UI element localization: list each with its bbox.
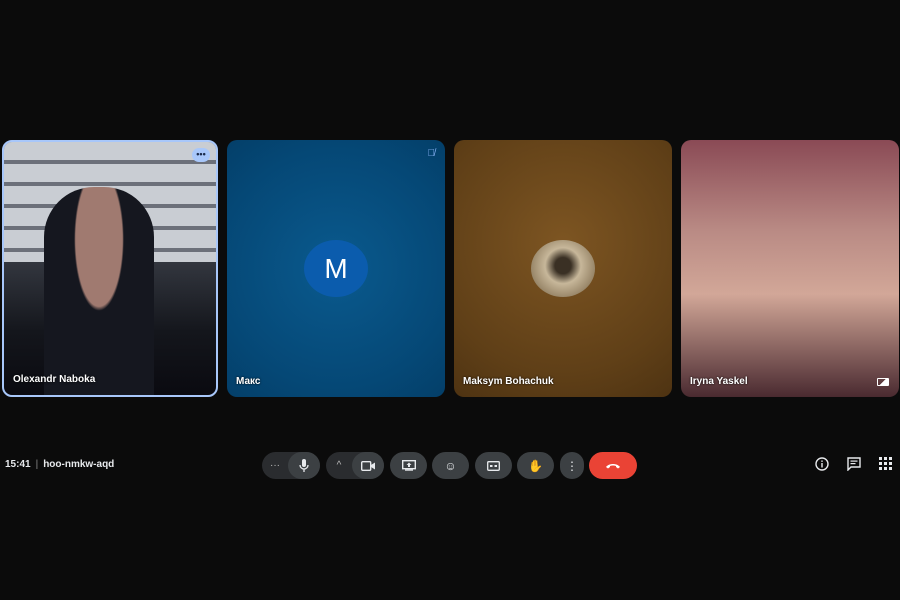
camera-button[interactable] xyxy=(352,452,384,479)
chat-button[interactable] xyxy=(847,457,861,474)
hang-up-icon xyxy=(606,463,620,468)
participant-tile-maks[interactable]: 🎙̸ M Макс xyxy=(227,140,445,397)
more-options-button[interactable]: ⋮ xyxy=(560,452,584,479)
hand-icon: ✋ xyxy=(528,458,543,473)
leave-call-button[interactable] xyxy=(589,452,637,479)
participant-video xyxy=(44,187,154,395)
raise-hand-button[interactable]: ✋ xyxy=(517,452,554,479)
avatar: M xyxy=(304,240,368,297)
participant-tile-iryna[interactable]: Iryna Yaskel xyxy=(681,140,899,397)
meeting-info: 15:41 | hoo-nmkw-aqd xyxy=(5,459,114,470)
present-screen-button[interactable] xyxy=(390,452,427,479)
emoji-icon: ☺ xyxy=(444,458,457,473)
apps-grid-icon xyxy=(879,457,892,470)
participant-name: Iryna Yaskel xyxy=(690,376,748,387)
participant-name: Макс xyxy=(236,376,261,387)
audio-options-icon[interactable]: ··· xyxy=(262,460,288,471)
avatar-photo xyxy=(531,240,595,297)
captions-button[interactable] xyxy=(475,452,512,479)
participant-name: Maksym Bohachuk xyxy=(463,376,554,387)
participant-name: Olexandr Naboka xyxy=(13,374,96,385)
present-icon xyxy=(401,460,416,471)
more-options-icon[interactable]: ••• xyxy=(192,148,210,162)
captions-icon xyxy=(487,460,500,471)
info-icon xyxy=(815,457,829,471)
reactions-button[interactable]: ☺ xyxy=(432,452,469,479)
separator: | xyxy=(35,459,39,470)
picture-in-picture-icon[interactable] xyxy=(877,378,889,386)
more-vert-icon: ⋮ xyxy=(566,458,578,473)
video-options-chevron-up-icon[interactable]: ^ xyxy=(326,460,352,471)
participant-tile-olexandr[interactable]: ••• Olexandr Naboka xyxy=(2,140,218,397)
clock: 15:41 xyxy=(5,459,31,470)
meeting-details-button[interactable] xyxy=(815,457,829,474)
camera-icon xyxy=(361,460,375,471)
chat-icon xyxy=(847,457,861,472)
mic-icon xyxy=(299,459,309,472)
participant-tile-maksym[interactable]: Maksym Bohachuk xyxy=(454,140,672,397)
meeting-code: hoo-nmkw-aqd xyxy=(43,459,115,470)
video-controls: ^ xyxy=(326,452,384,479)
microphone-button[interactable] xyxy=(288,452,320,479)
mic-off-icon: 🎙̸ xyxy=(427,148,436,159)
audio-controls: ··· xyxy=(262,452,320,479)
activities-button[interactable] xyxy=(879,457,892,473)
